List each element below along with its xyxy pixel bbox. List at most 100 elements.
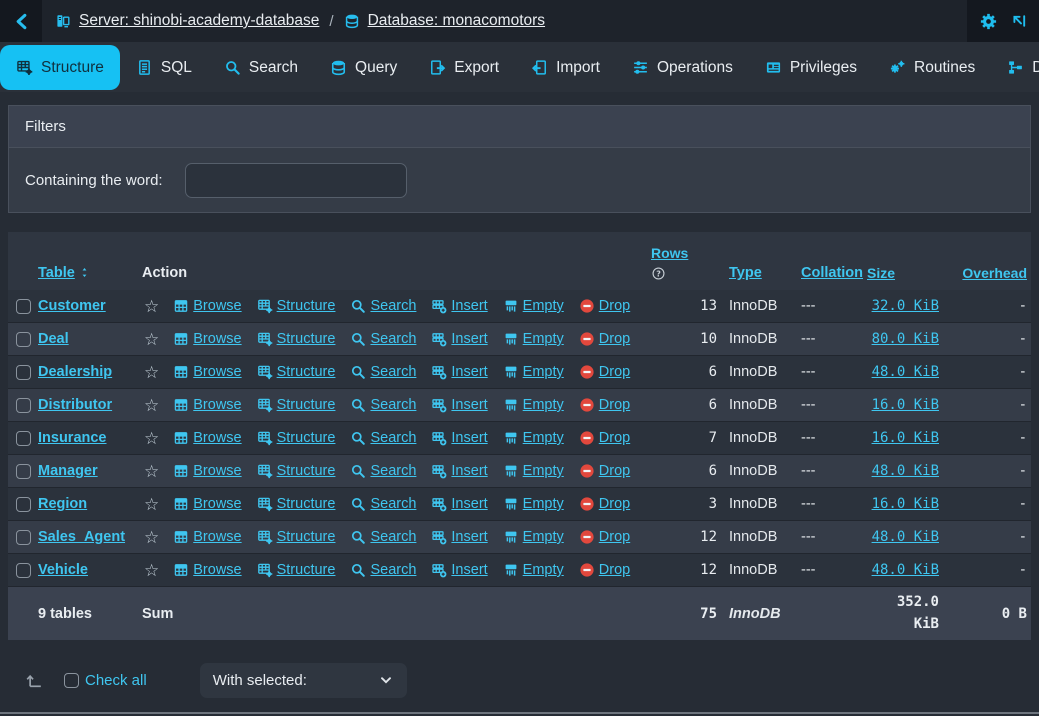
sort-by-size-link[interactable]: Size	[867, 265, 895, 281]
breadcrumb-server-link[interactable]: Server: shinobi-academy-database	[55, 12, 319, 30]
search-action-link[interactable]: Search	[350, 529, 416, 545]
breadcrumb-database-link[interactable]: Database: monacomotors	[344, 12, 545, 30]
tab-import[interactable]: Import	[515, 45, 616, 90]
tab-designer[interactable]: Designer	[991, 45, 1039, 90]
sort-icon[interactable]	[79, 266, 90, 279]
favorite-star-icon[interactable]: ☆	[144, 463, 159, 480]
browse-action-link[interactable]: Browse	[173, 496, 241, 512]
drop-action-link[interactable]: Drop	[579, 529, 630, 545]
insert-action-link[interactable]: Insert	[431, 397, 487, 413]
insert-action-link[interactable]: Insert	[431, 463, 487, 479]
search-action-link[interactable]: Search	[350, 298, 416, 314]
tab-operations[interactable]: Operations	[616, 45, 749, 90]
sort-by-table-link[interactable]: Table	[38, 265, 75, 281]
row-checkbox[interactable]	[16, 464, 31, 479]
browse-action-link[interactable]: Browse	[173, 562, 241, 578]
back-button[interactable]	[0, 0, 42, 42]
browse-action-link[interactable]: Browse	[173, 430, 241, 446]
drop-action-link[interactable]: Drop	[579, 298, 630, 314]
empty-action-link[interactable]: Empty	[503, 529, 564, 545]
search-action-link[interactable]: Search	[350, 331, 416, 347]
row-checkbox[interactable]	[16, 398, 31, 413]
size-link[interactable]: 48.0 KiB	[872, 562, 939, 578]
insert-action-link[interactable]: Insert	[431, 562, 487, 578]
structure-action-link[interactable]: Structure	[257, 463, 336, 479]
favorite-star-icon[interactable]: ☆	[144, 496, 159, 513]
favorite-star-icon[interactable]: ☆	[144, 298, 159, 315]
insert-action-link[interactable]: Insert	[431, 364, 487, 380]
structure-action-link[interactable]: Structure	[257, 298, 336, 314]
tab-query[interactable]: Query	[314, 45, 413, 90]
check-all-checkbox[interactable]	[64, 673, 79, 688]
insert-action-link[interactable]: Insert	[431, 529, 487, 545]
gear-icon[interactable]	[979, 12, 998, 31]
drop-action-link[interactable]: Drop	[579, 364, 630, 380]
size-link[interactable]: 48.0 KiB	[872, 364, 939, 380]
empty-action-link[interactable]: Empty	[503, 430, 564, 446]
table-name-link[interactable]: Region	[38, 496, 87, 512]
favorite-star-icon[interactable]: ☆	[144, 529, 159, 546]
search-action-link[interactable]: Search	[350, 496, 416, 512]
browse-action-link[interactable]: Browse	[173, 529, 241, 545]
tab-sql[interactable]: SQL	[120, 45, 208, 90]
empty-action-link[interactable]: Empty	[503, 397, 564, 413]
table-name-link[interactable]: Distributor	[38, 397, 112, 413]
favorite-star-icon[interactable]: ☆	[144, 397, 159, 414]
favorite-star-icon[interactable]: ☆	[144, 430, 159, 447]
drop-action-link[interactable]: Drop	[579, 331, 630, 347]
insert-action-link[interactable]: Insert	[431, 298, 487, 314]
insert-action-link[interactable]: Insert	[431, 331, 487, 347]
help-icon[interactable]: ?	[651, 266, 666, 281]
tab-privileges[interactable]: Privileges	[749, 45, 873, 90]
empty-action-link[interactable]: Empty	[503, 463, 564, 479]
structure-action-link[interactable]: Structure	[257, 529, 336, 545]
structure-action-link[interactable]: Structure	[257, 331, 336, 347]
structure-action-link[interactable]: Structure	[257, 397, 336, 413]
table-name-link[interactable]: Insurance	[38, 430, 107, 446]
sort-by-collation-link[interactable]: Collation	[801, 265, 863, 281]
sort-by-rows-link[interactable]: Rows	[651, 245, 688, 261]
size-link[interactable]: 48.0 KiB	[872, 529, 939, 545]
drop-action-link[interactable]: Drop	[579, 430, 630, 446]
tab-search[interactable]: Search	[208, 45, 314, 90]
insert-action-link[interactable]: Insert	[431, 496, 487, 512]
row-checkbox[interactable]	[16, 530, 31, 545]
filter-word-input[interactable]	[185, 163, 407, 198]
empty-action-link[interactable]: Empty	[503, 364, 564, 380]
structure-action-link[interactable]: Structure	[257, 430, 336, 446]
scroll-top-icon[interactable]	[1011, 13, 1027, 29]
search-action-link[interactable]: Search	[350, 562, 416, 578]
insert-action-link[interactable]: Insert	[431, 430, 487, 446]
with-selected-select[interactable]: With selected:	[200, 663, 407, 698]
search-action-link[interactable]: Search	[350, 430, 416, 446]
size-link[interactable]: 80.0 KiB	[872, 331, 939, 347]
table-name-link[interactable]: Vehicle	[38, 562, 88, 578]
size-link[interactable]: 16.0 KiB	[872, 430, 939, 446]
drop-action-link[interactable]: Drop	[579, 562, 630, 578]
size-link[interactable]: 48.0 KiB	[872, 463, 939, 479]
sort-by-overhead-link[interactable]: Overhead	[962, 265, 1027, 281]
drop-action-link[interactable]: Drop	[579, 496, 630, 512]
search-action-link[interactable]: Search	[350, 463, 416, 479]
table-name-link[interactable]: Deal	[38, 331, 69, 347]
size-link[interactable]: 16.0 KiB	[872, 397, 939, 413]
empty-action-link[interactable]: Empty	[503, 298, 564, 314]
table-name-link[interactable]: Manager	[38, 463, 98, 479]
drop-action-link[interactable]: Drop	[579, 463, 630, 479]
empty-action-link[interactable]: Empty	[503, 562, 564, 578]
table-name-link[interactable]: Dealership	[38, 364, 112, 380]
structure-action-link[interactable]: Structure	[257, 562, 336, 578]
browse-action-link[interactable]: Browse	[173, 364, 241, 380]
check-all-toggle[interactable]: Check all	[64, 672, 147, 689]
favorite-star-icon[interactable]: ☆	[144, 364, 159, 381]
structure-action-link[interactable]: Structure	[257, 496, 336, 512]
search-action-link[interactable]: Search	[350, 397, 416, 413]
sort-by-type-link[interactable]: Type	[729, 265, 762, 281]
drop-action-link[interactable]: Drop	[579, 397, 630, 413]
tab-structure[interactable]: Structure	[0, 45, 120, 90]
tab-export[interactable]: Export	[413, 45, 515, 90]
size-link[interactable]: 16.0 KiB	[872, 496, 939, 512]
table-name-link[interactable]: Customer	[38, 298, 106, 314]
row-checkbox[interactable]	[16, 332, 31, 347]
search-action-link[interactable]: Search	[350, 364, 416, 380]
